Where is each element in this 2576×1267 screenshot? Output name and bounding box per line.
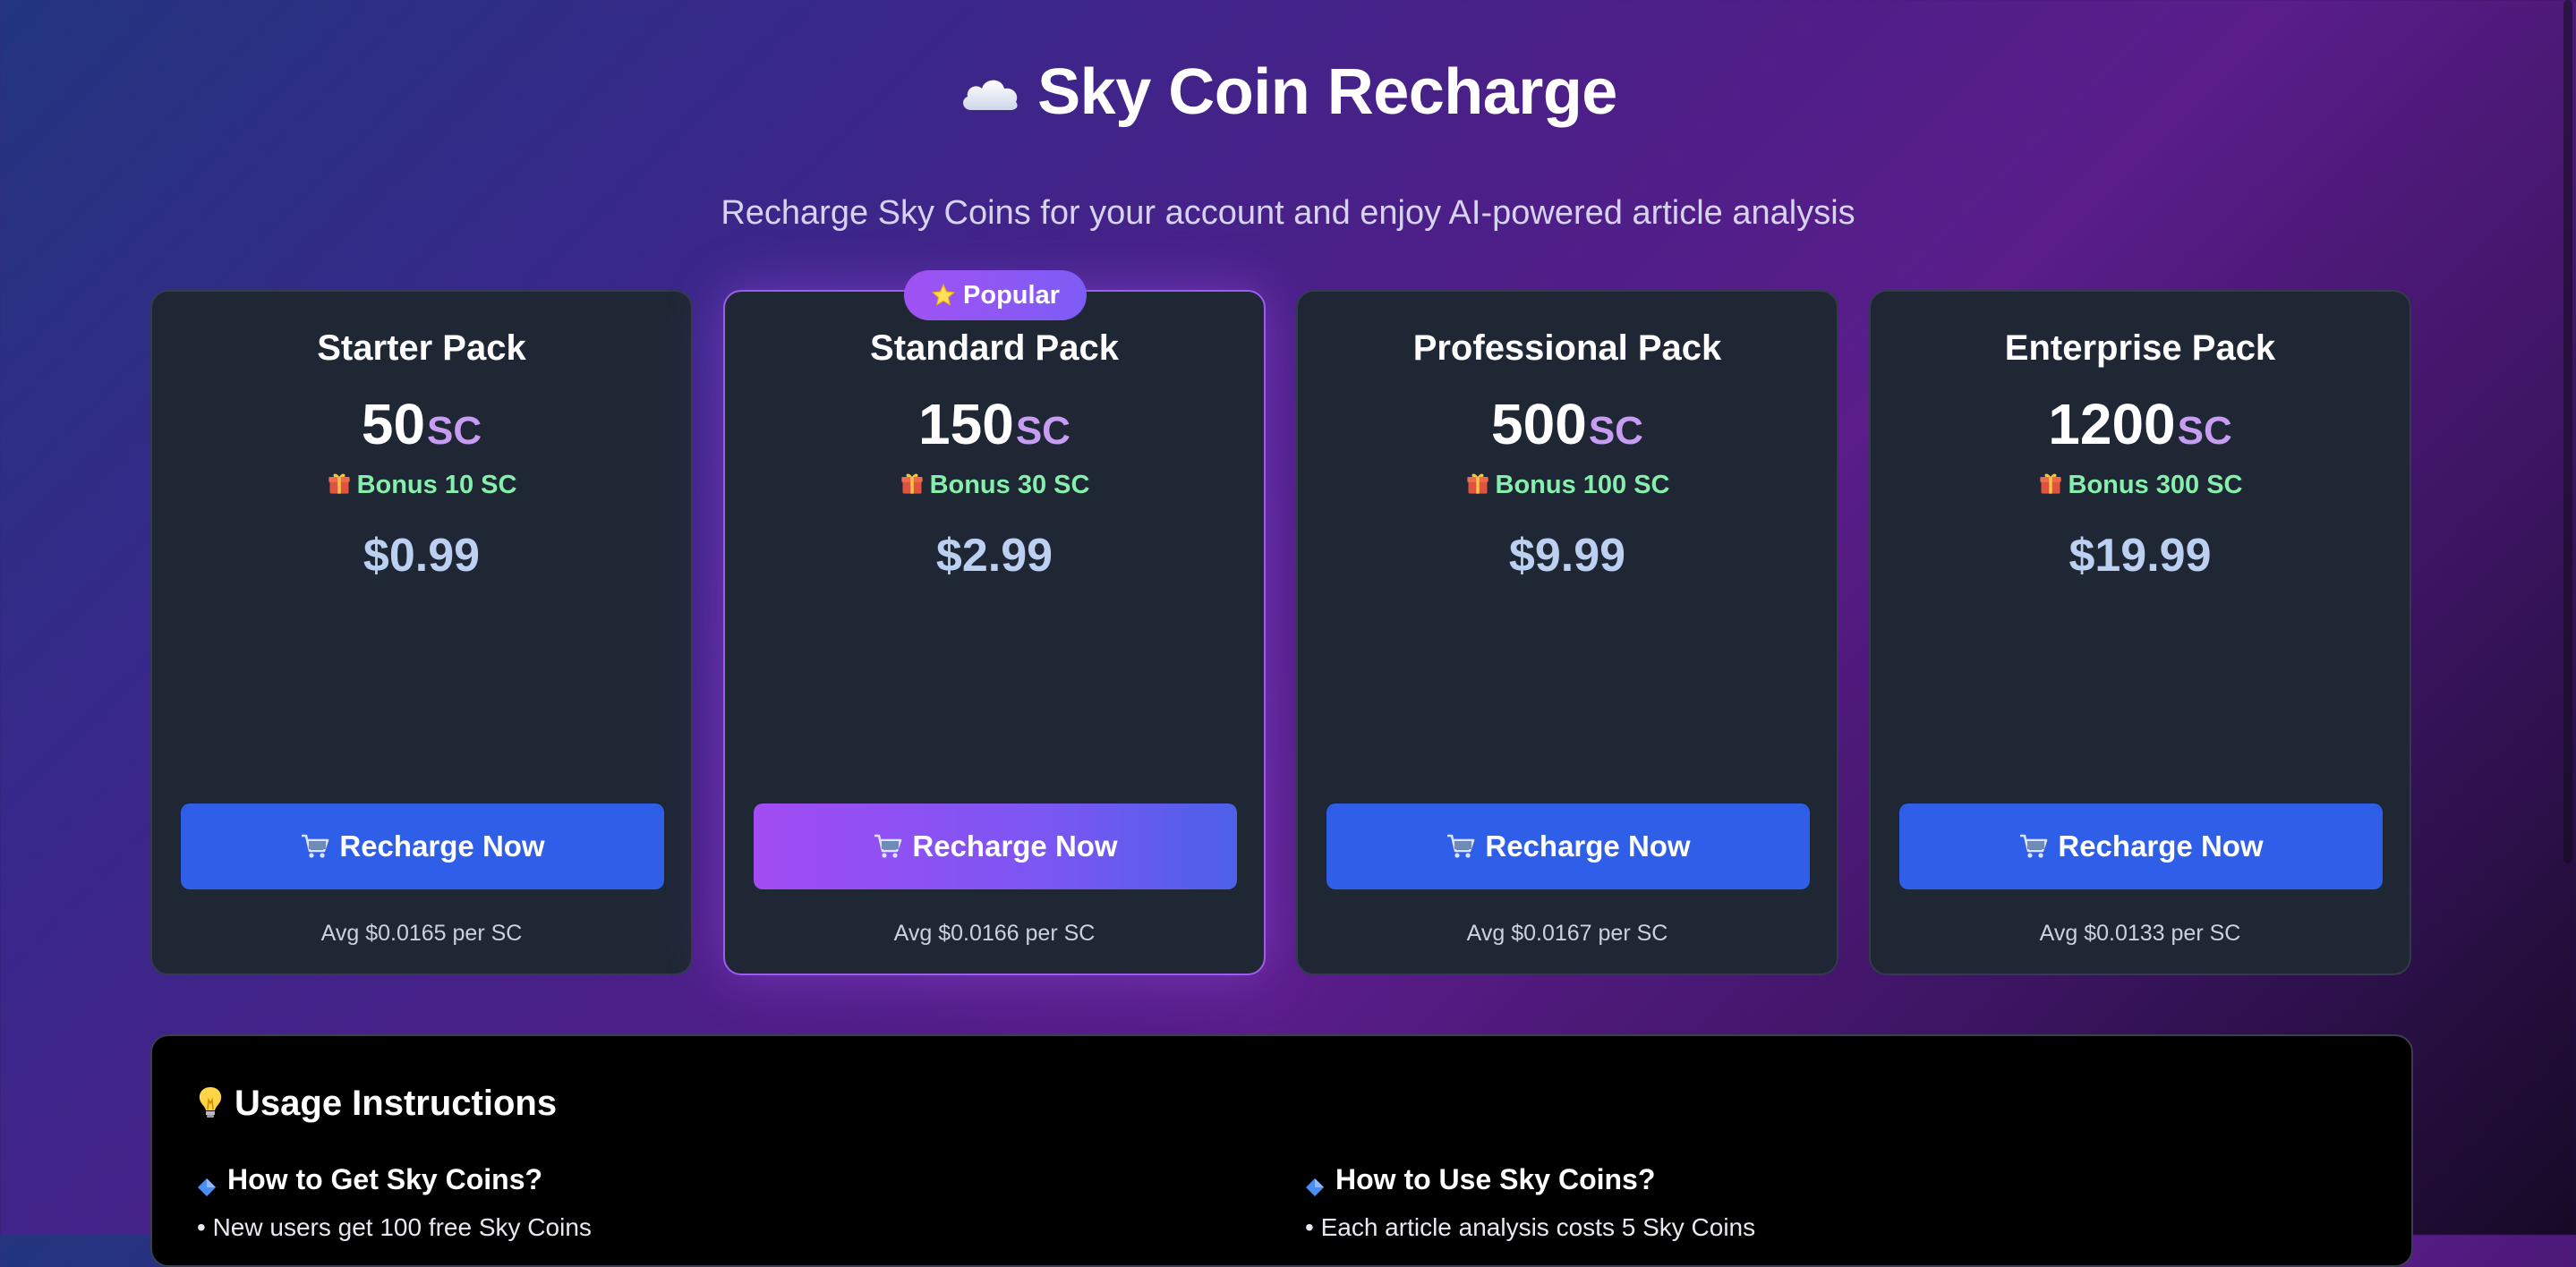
plan-card-starter: Starter Pack 50SC Bonus 10 SC $0.99 Rech… [150,290,693,975]
plan-card-professional: Professional Pack 500SC Bonus 100 SC $9.… [1296,290,1838,975]
usage-title: Usage Instructions [197,1081,557,1126]
plan-card-enterprise: Enterprise Pack 1200SC Bonus 300 SC $19.… [1869,290,2411,975]
page-header: Sky Coin Recharge Recharge Sky Coins for… [0,52,2576,234]
recharge-button-label: Recharge Now [339,829,545,863]
plan-bonus: Bonus 100 SC [1298,467,1837,503]
shopping-cart-icon [300,833,330,860]
usage-column-use: How to Use Sky Coins? • Each article ana… [1305,1161,2361,1244]
plan-price: $2.99 [935,530,1053,582]
plan-average-price: Avg $0.0165 per SC [320,921,523,946]
plan-price: $0.99 [363,530,481,582]
plan-card-standard: Standard Pack 150SC Bonus 30 SC $2.99 Re… [723,290,1266,975]
blue-diamond-icon [1305,1169,1325,1196]
recharge-button-label: Recharge Now [1485,829,1691,863]
usage-heading-get-text: How to Get Sky Coins? [227,1163,543,1195]
gift-icon [1465,470,1490,495]
plan-amount-value: 150 [918,392,1014,456]
plan-average-price: Avg $0.0166 per SC [893,921,1096,946]
plan-amount: 1200SC [1871,388,2410,476]
plan-amount-unit: SC [1015,409,1070,453]
shopping-cart-icon [1446,833,1476,860]
blue-diamond-icon [197,1169,217,1196]
usage-title-text: Usage Instructions [235,1084,558,1123]
plan-bonus: Bonus 30 SC [725,467,1264,503]
recharge-button-enterprise[interactable]: Recharge Now [1899,804,2383,889]
plan-bonus-text: Bonus 300 SC [2068,471,2243,499]
lightbulb-icon [197,1085,224,1121]
plan-amount-value: 50 [361,392,426,456]
plan-amount-unit: SC [2177,409,2232,453]
gift-icon [327,470,352,495]
page-title-text: Sky Coin Recharge [1037,56,1617,128]
plan-amount-unit: SC [1588,409,1643,453]
shopping-cart-icon [2018,833,2049,860]
plan-amount: 50SC [152,388,691,476]
shopping-cart-icon [873,833,903,860]
recharge-button-professional[interactable]: Recharge Now [1326,804,1810,889]
plan-amount-value: 500 [1491,392,1587,456]
usage-item: • Each article analysis costs 5 Sky Coin… [1305,1213,1756,1241]
plan-bonus: Bonus 10 SC [152,467,691,503]
usage-heading-get: How to Get Sky Coins? [197,1161,1253,1197]
recharge-button-label: Recharge Now [2058,829,2264,863]
plan-amount: 500SC [1298,388,1837,476]
usage-item: • New users get 100 free Sky Coins [197,1213,592,1241]
plan-bonus-text: Bonus 30 SC [929,471,1090,499]
usage-column-get: How to Get Sky Coins? • New users get 10… [197,1161,1253,1244]
plan-amount-unit: SC [427,409,482,453]
usage-heading-use: How to Use Sky Coins? [1305,1161,2361,1197]
plan-amount: 150SC [725,388,1264,476]
plan-average-price: Avg $0.0167 per SC [1466,921,1668,946]
popular-badge-label: Popular [963,280,1060,310]
recharge-button-label: Recharge Now [912,829,1118,863]
plan-average-price: Avg $0.0133 per SC [2039,921,2241,946]
plan-bonus-text: Bonus 100 SC [1495,471,1670,499]
plan-name: Starter Pack [317,328,526,368]
gift-icon [2038,470,2063,495]
star-icon [931,283,956,308]
page-subtitle: Recharge Sky Coins for your account and … [721,194,1855,232]
recharge-button-standard[interactable]: Recharge Now [754,804,1237,889]
plan-price: $9.99 [1508,530,1626,582]
plans-grid: Starter Pack 50SC Bonus 10 SC $0.99 Rech… [150,290,2413,977]
plan-name: Standard Pack [870,328,1119,368]
usage-instructions-panel: Usage Instructions How to Get Sky Coins?… [150,1034,2413,1267]
cloud-icon [959,72,1021,112]
plan-name: Professional Pack [1412,328,1722,368]
gift-icon [900,470,925,495]
usage-heading-use-text: How to Use Sky Coins? [1335,1163,1656,1195]
plan-name: Enterprise Pack [2004,328,2276,368]
popular-badge: Popular [904,270,1087,320]
plan-bonus: Bonus 300 SC [1871,467,2410,503]
plan-amount-value: 1200 [2048,392,2176,456]
plan-bonus-text: Bonus 10 SC [356,471,517,499]
page-title: Sky Coin Recharge [959,52,1617,132]
recharge-button-starter[interactable]: Recharge Now [181,804,664,889]
plan-price: $19.99 [2068,530,2212,582]
